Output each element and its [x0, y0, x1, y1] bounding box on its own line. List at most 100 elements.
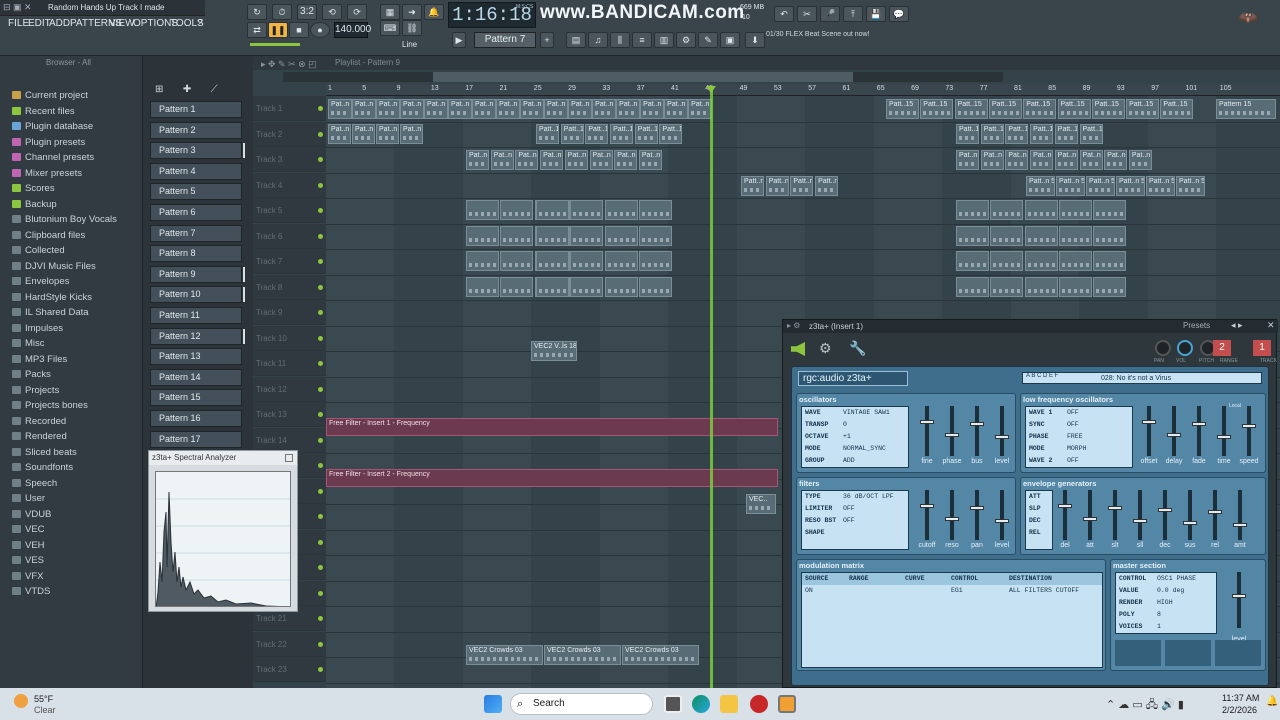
loop-icon[interactable]: ⟲	[322, 4, 342, 20]
fl-studio-icon[interactable]	[778, 695, 796, 713]
fader-handle[interactable]	[1058, 504, 1072, 508]
browser-item[interactable]: Blutonium Boy Vocals	[12, 214, 117, 225]
track-mute-led[interactable]	[318, 106, 323, 111]
synth-fader[interactable]	[1133, 490, 1147, 540]
pattern-clip[interactable]: Patt..15	[1091, 99, 1125, 119]
master-pitch-slider[interactable]	[250, 43, 300, 46]
pattern-clip[interactable]: Patt..n 5	[1026, 176, 1055, 196]
lcd-row[interactable]: LIMITER OFF	[802, 503, 908, 515]
synth-fader[interactable]	[1183, 490, 1197, 540]
browser-item[interactable]: VTDS	[12, 586, 50, 597]
browser-icon[interactable]: ▥	[654, 32, 674, 48]
gear-icon[interactable]: ⚙	[819, 340, 832, 357]
browser-item[interactable]: Envelopes	[12, 276, 69, 287]
pattern-clip[interactable]	[1058, 276, 1092, 297]
file-explorer-icon[interactable]	[720, 695, 738, 713]
track-mute-led[interactable]	[318, 616, 323, 621]
browser-item[interactable]: Recent files	[12, 106, 75, 117]
task-view-icon[interactable]	[664, 695, 682, 713]
browser-item[interactable]: Clipboard files	[12, 230, 85, 241]
playhead-marker-icon[interactable]	[706, 86, 716, 93]
osc-lcd[interactable]: WAVE VINTAGE SAW1 TRANSP 0 OCTAVE +1 MODE NORMA…	[801, 406, 909, 468]
browser-item[interactable]: VES	[12, 555, 44, 566]
pattern-clip[interactable]	[956, 200, 989, 220]
track-header[interactable]: Track 3	[253, 147, 326, 172]
pattern-clip[interactable]: Pat..n 3	[466, 150, 489, 170]
fader-handle[interactable]	[1208, 510, 1222, 514]
lcd-row[interactable]: TRANSP 0	[802, 419, 908, 431]
track-mute-led[interactable]	[318, 437, 323, 443]
track-mute-led[interactable]	[318, 310, 323, 315]
track-header[interactable]: Track 23	[253, 657, 326, 682]
track-header[interactable]: Track 5	[253, 198, 326, 223]
pattern-clip[interactable]	[500, 200, 534, 220]
pattern-clip[interactable]: Patt..10	[980, 124, 1004, 144]
pattern-item[interactable]: Pattern 8	[150, 245, 242, 263]
pattern-clip[interactable]: Pat..n 3	[540, 150, 564, 170]
pattern-clip[interactable]: Patt..n 5	[815, 176, 839, 196]
synth-fader[interactable]	[1158, 490, 1172, 540]
track-mute-led[interactable]	[318, 641, 323, 647]
pattern-clip[interactable]: Patt..n 5	[1146, 176, 1175, 196]
lcd-row[interactable]: MODE MORPH	[1026, 443, 1132, 455]
synth-fader[interactable]	[1217, 406, 1231, 456]
pattern-clip[interactable]: Patt..15	[920, 99, 954, 119]
synth-fader[interactable]	[1192, 406, 1206, 456]
pattern-clip[interactable]	[1093, 225, 1127, 246]
pattern-clip[interactable]: Pat..n 3	[614, 150, 638, 170]
pattern-clip[interactable]: Pat..n 1	[496, 99, 521, 119]
project-icon[interactable]: ▣	[720, 32, 740, 48]
pattern-item[interactable]: Pattern 5	[150, 183, 242, 201]
track-mute-led[interactable]	[318, 488, 323, 494]
pattern-clip[interactable]	[536, 251, 569, 271]
track-header[interactable]: Track 14	[253, 427, 326, 453]
presets-label[interactable]: Presets	[1183, 321, 1210, 330]
pattern-clip[interactable]: Patt..10	[585, 124, 609, 144]
pattern-clip[interactable]	[604, 225, 638, 246]
wrench-icon[interactable]: 🔧	[849, 340, 866, 357]
tempo-display[interactable]: 140.000	[334, 22, 371, 38]
browser-item[interactable]: Plugin presets	[12, 137, 85, 148]
pattern-clip[interactable]: Pat..n 3	[1128, 150, 1152, 170]
master-lcd[interactable]: CONTROL OSC1 PHASE VALUE 0.0 deg RENDER HIGH P…	[1115, 572, 1217, 634]
pattern-clip[interactable]: Patt..15	[886, 99, 919, 119]
pattern-clip[interactable]	[466, 276, 499, 297]
pattern-item[interactable]: Pattern 6	[150, 204, 242, 221]
track-header[interactable]: Track 7	[253, 249, 326, 274]
pattern-clip[interactable]	[990, 225, 1024, 246]
pause-button[interactable]: ❚❚	[268, 22, 288, 38]
browser-item[interactable]: IL Shared Data	[12, 307, 89, 318]
tempo-32-icon[interactable]: 3:2	[297, 4, 317, 20]
track-mute-led[interactable]	[318, 208, 323, 213]
browser-item[interactable]: Collected	[12, 245, 65, 256]
browser-item[interactable]: Channel presets	[12, 152, 94, 163]
track-mute-led[interactable]	[318, 412, 323, 417]
weather-icon[interactable]	[14, 694, 28, 708]
synth-fader[interactable]	[1142, 406, 1156, 456]
fader-handle[interactable]	[1217, 435, 1231, 439]
pattern-clip[interactable]: Pat..n 3	[1054, 150, 1078, 170]
pattern-clip[interactable]	[990, 200, 1024, 220]
pattern-clip[interactable]: Patt..15	[988, 99, 1022, 119]
pattern-clip[interactable]	[638, 200, 672, 220]
z3ta-plugin-window[interactable]: z3ta+ (Insert 1) ▸ ⚙ Presets ◂ ▸ ✕ ⚙ 🔧 P…	[782, 319, 1278, 688]
lcd-row[interactable]: TYPE 36 dB/OCT LPF	[802, 491, 908, 503]
synth-fader[interactable]	[970, 406, 984, 456]
save-icon[interactable]: 💾	[866, 6, 886, 22]
pattern-clip[interactable]: Patt..10	[560, 124, 584, 144]
track-mute-led[interactable]	[318, 335, 323, 341]
browser-item[interactable]: VFX	[12, 571, 43, 582]
pattern-clip[interactable]	[500, 225, 534, 246]
pattern-clip[interactable]: Pat..n 1	[568, 99, 593, 119]
fader-handle[interactable]	[1158, 508, 1172, 512]
lcd-row[interactable]: SHAPE	[802, 527, 908, 539]
pattern-clip[interactable]	[1058, 251, 1092, 271]
pattern-clip[interactable]	[570, 225, 604, 246]
pattern-clip[interactable]: Patt..n 5	[1056, 176, 1085, 196]
pattern-clip[interactable]: Pat..n 1	[376, 99, 401, 119]
pattern-clip[interactable]: Pat..n 3	[1005, 150, 1029, 170]
pattern-clip[interactable]: VEC2 Crowds 03	[544, 645, 621, 665]
pattern-clip[interactable]	[604, 200, 638, 220]
pattern-clip[interactable]	[536, 276, 569, 297]
lcd-row[interactable]: MODE NORMAL_SYNC	[802, 443, 908, 455]
